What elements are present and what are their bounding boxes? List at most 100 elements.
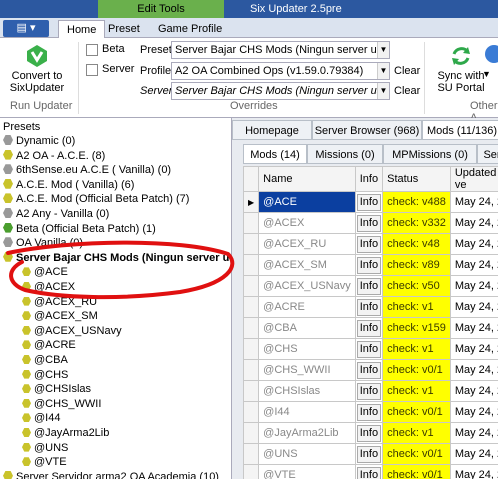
preset-select[interactable]: Server Bajar CHS Mods (Ningun server usa… (171, 41, 390, 59)
tree-item-preset[interactable]: 6thSense.eu A.C.E ( Vanilla) (0) (3, 163, 171, 177)
row-selector[interactable] (243, 296, 260, 318)
info-button[interactable]: Info (356, 214, 382, 232)
tab-homepage[interactable]: Homepage (232, 120, 312, 140)
info-button[interactable]: Info (356, 298, 382, 316)
info-button[interactable]: Info (356, 256, 382, 274)
mod-name-cell[interactable]: @CHSIslas (258, 380, 356, 402)
chevron-down-icon[interactable]: ▼ (377, 63, 389, 79)
row-selector[interactable] (243, 254, 260, 276)
info-button[interactable]: Info (356, 319, 382, 337)
grid-column-header[interactable]: Status (382, 166, 451, 192)
tab-servers[interactable]: Ser (477, 144, 498, 164)
table-row[interactable]: @ACEX_RUInfocheck: v48May 24, 20 (243, 233, 498, 255)
tab-preset[interactable]: Preset (108, 20, 140, 38)
row-selector[interactable] (243, 317, 260, 339)
info-button[interactable]: Info (356, 235, 382, 253)
tree-item-preset[interactable]: Server Servidor arma2 OA Academia (10) (3, 470, 219, 479)
tree-item-preset[interactable]: A.C.E. Mod (Official Beta Patch) (7) (3, 192, 189, 206)
mod-name-cell[interactable]: @ACEX_USNavy (258, 275, 356, 297)
row-selector[interactable] (243, 464, 260, 479)
tree-item-mod[interactable]: @VTE (22, 455, 67, 469)
tab-mods-sub[interactable]: Mods (14) (243, 144, 307, 164)
row-selector[interactable] (243, 212, 260, 234)
tree-item-preset[interactable]: Beta (Official Beta Patch) (1) (3, 222, 156, 236)
info-button[interactable]: Info (356, 340, 382, 358)
info-button[interactable]: Info (356, 403, 382, 421)
table-row[interactable]: @ACREInfocheck: v1May 24, 20 (243, 296, 498, 318)
table-row[interactable]: ▶@ACEInfocheck: v488May 24, 20 (243, 191, 498, 213)
tab-mpmissions[interactable]: MPMissions (0) (383, 144, 477, 164)
row-selector[interactable] (243, 359, 260, 381)
tree-item-mod[interactable]: @ACE (22, 265, 68, 279)
table-row[interactable]: @VTEInfocheck: v0/1May 24, 20 (243, 464, 498, 479)
info-button[interactable]: Info (356, 361, 382, 379)
table-row[interactable]: @CHSIslasInfocheck: v1May 24, 20 (243, 380, 498, 402)
table-row[interactable]: @I44Infocheck: v0/1May 24, 20 (243, 401, 498, 423)
tab-home[interactable]: Home (58, 20, 106, 38)
mod-name-cell[interactable]: @ACEX (258, 212, 356, 234)
row-selector[interactable] (243, 275, 260, 297)
row-selector[interactable] (243, 422, 260, 444)
profile-select[interactable]: A2 OA Combined Ops (v1.59.0.79384) ▼ (171, 62, 390, 80)
tree-item-mod[interactable]: @ACEX (22, 280, 75, 294)
tree-item-preset[interactable]: A2 OA - A.C.E. (8) (3, 149, 105, 163)
other-button[interactable] (484, 44, 498, 68)
mod-name-cell[interactable]: @CHS_WWII (258, 359, 356, 381)
mod-name-cell[interactable]: @ACRE (258, 296, 356, 318)
row-selector[interactable] (243, 338, 260, 360)
mod-name-cell[interactable]: @JayArma2Lib (258, 422, 356, 444)
info-button[interactable]: Info (356, 466, 382, 479)
chevron-down-icon[interactable]: ▼ (377, 83, 389, 99)
presets-tree[interactable]: Presets Dynamic (0) A2 OA - A.C.E. (8) 6th… (0, 118, 232, 479)
tree-item-mod[interactable]: @JayArma2Lib (22, 426, 109, 440)
beta-checkbox[interactable] (86, 44, 98, 56)
table-row[interactable]: @CHSInfocheck: v1May 24, 20 (243, 338, 498, 360)
tree-item-mod[interactable]: @ACEX_RU (22, 295, 97, 309)
mod-name-cell[interactable]: @ACEX_RU (258, 233, 356, 255)
table-row[interactable]: @UNSInfocheck: v0/1May 24, 20 (243, 443, 498, 465)
tree-item-mod[interactable]: @ACEX_USNavy (22, 324, 122, 338)
mod-name-cell[interactable]: @UNS (258, 443, 356, 465)
file-menu-button[interactable]: ▤ ▾ (3, 20, 49, 37)
tree-item-mod[interactable]: @I44 (22, 411, 60, 425)
sync-button[interactable]: Sync with SU Portal (434, 44, 488, 94)
chevron-down-icon[interactable]: ▼ (377, 42, 389, 58)
tree-item-preset[interactable]: Dynamic (0) (3, 134, 75, 148)
info-button[interactable]: Info (356, 424, 382, 442)
convert-button[interactable]: Convert to SixUpdater (8, 44, 66, 94)
tree-item-mod[interactable]: @CBA (22, 353, 68, 367)
mods-grid[interactable]: Name Info Status Updated ve ▶ @ACE Info che… (243, 166, 498, 479)
row-selector[interactable] (243, 443, 260, 465)
tree-item-mod[interactable]: @UNS (22, 441, 68, 455)
info-button[interactable]: Info (356, 382, 382, 400)
tree-item-preset[interactable]: A.C.E. Mod ( Vanilla) (6) (3, 178, 134, 192)
table-row[interactable]: @ACEXInfocheck: v332May 24, 20 (243, 212, 498, 234)
grid-column-header[interactable]: Updated ve (449, 166, 498, 192)
server-checkbox[interactable] (86, 64, 98, 76)
dropdown-icon[interactable]: ▼ (482, 69, 491, 79)
table-row[interactable]: @CHS_WWIIInfocheck: v0/1May 24, 20 (243, 359, 498, 381)
row-selector[interactable]: ▶ (243, 191, 260, 213)
grid-column-header[interactable]: Info (354, 166, 384, 192)
tree-item-mod[interactable]: @CHS (22, 368, 68, 382)
mod-name-cell[interactable]: @I44 (258, 401, 356, 423)
tree-item-preset[interactable]: A2 Any - Vanilla (0) (3, 207, 109, 221)
row-selector[interactable] (243, 233, 260, 255)
table-row[interactable]: @ACEX_SMInfocheck: v89May 24, 20 (243, 254, 498, 276)
tab-game-profile[interactable]: Game Profile (158, 20, 222, 38)
tab-mods[interactable]: Mods (11/136) (422, 120, 498, 140)
context-tab-edit-tools[interactable]: Edit Tools (98, 0, 224, 18)
mod-name-cell[interactable]: @CHS (258, 338, 356, 360)
mod-name-cell[interactable]: @ACE (258, 191, 356, 213)
clear-server-button[interactable]: Clear (394, 85, 420, 97)
tree-item-mod[interactable]: @CHS_WWII (22, 397, 101, 411)
tree-item-mod[interactable]: @ACRE (22, 338, 76, 352)
tree-item-preset[interactable]: Server Bajar CHS Mods (Ningun server usa (3, 251, 231, 265)
info-button[interactable]: Info (356, 277, 382, 295)
table-row[interactable]: @CBAInfocheck: v159May 24, 20 (243, 317, 498, 339)
tree-item-preset[interactable]: OA Vanilla (0) (3, 236, 83, 250)
info-button[interactable]: Info (356, 445, 382, 463)
clear-profile-button[interactable]: Clear (394, 65, 420, 77)
mod-name-cell[interactable]: @ACEX_SM (258, 254, 356, 276)
tree-item-mod[interactable]: @CHSIslas (22, 382, 91, 396)
